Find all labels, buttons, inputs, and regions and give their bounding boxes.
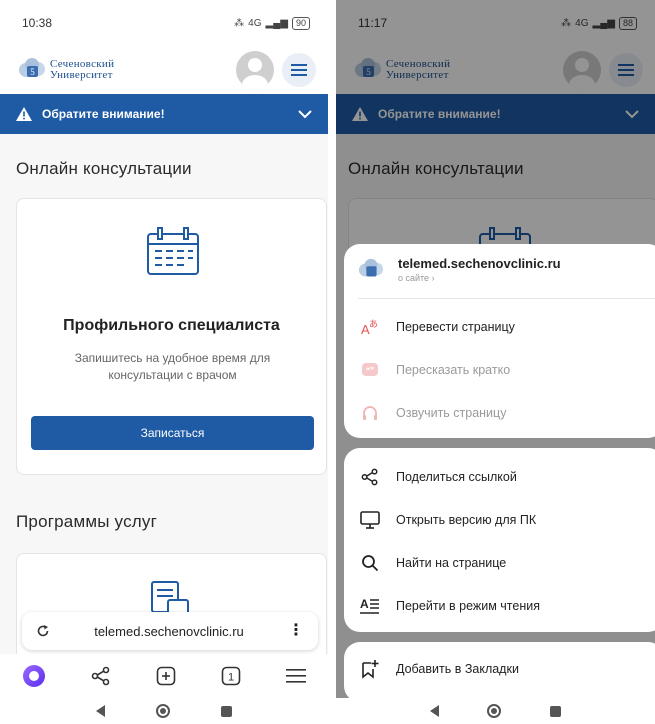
hamburger-icon[interactable] bbox=[285, 668, 306, 684]
menu-item-desktop-version[interactable]: Открыть версию для ПК bbox=[344, 505, 655, 535]
divider bbox=[358, 298, 655, 299]
right-screen: 11:17 ⁂ 4G ▂▄▆ 88 5 Сеченовский Универси… bbox=[336, 0, 655, 724]
university-logo[interactable]: 5 Сеченовский Университет bbox=[18, 56, 114, 84]
svg-text:あ: あ bbox=[369, 319, 378, 330]
section-title-consultations: Онлайн консультации bbox=[16, 159, 192, 178]
banner-text: Обратите внимание! bbox=[42, 107, 165, 121]
left-screen: 10:38 ⁂ 4G ▂▄▆ 90 5 Сеченовский Универси… bbox=[0, 0, 328, 724]
search-icon bbox=[358, 551, 382, 575]
site-domain: telemed.sechenovclinic.ru bbox=[398, 256, 561, 271]
avatar[interactable] bbox=[236, 51, 274, 89]
browser-toolbar: 1 bbox=[0, 654, 328, 698]
site-favicon-icon bbox=[358, 258, 384, 276]
card-description: Запишитесь на удобное время для консульт… bbox=[74, 351, 271, 382]
site-info[interactable]: telemed.sechenovclinic.ru о сайте › bbox=[358, 256, 561, 283]
menu-item-read-aloud[interactable]: Озвучить страницу bbox=[344, 398, 655, 428]
attention-banner[interactable]: Обратите внимание! bbox=[0, 94, 328, 134]
back-icon[interactable] bbox=[95, 705, 105, 717]
network-label: 4G bbox=[248, 17, 262, 29]
reader-mode-icon: A bbox=[358, 594, 382, 618]
page-actions-sheet: telemed.sechenovclinic.ru о сайте › A あ … bbox=[344, 244, 655, 438]
menu-button[interactable] bbox=[282, 53, 316, 87]
site-header: 5 Сеченовский Университет bbox=[0, 46, 328, 94]
share-icon bbox=[358, 465, 382, 489]
more-vertical-icon[interactable]: ⋮ bbox=[288, 623, 304, 639]
status-icons: ⁂ 4G ▂▄▆ 90 bbox=[234, 16, 310, 30]
svg-text:5: 5 bbox=[30, 67, 35, 77]
battery-icon: 90 bbox=[291, 16, 310, 30]
site-about-link[interactable]: о сайте › bbox=[398, 273, 561, 283]
back-icon[interactable] bbox=[430, 705, 440, 717]
tabs-count-icon[interactable]: 1 bbox=[221, 666, 241, 686]
menu-item-reader-mode[interactable]: A Перейти в режим чтения bbox=[344, 591, 655, 621]
menu-item-add-bookmark[interactable]: Добавить в Закладки bbox=[344, 654, 655, 684]
menu-item-find-in-page[interactable]: Найти на странице bbox=[344, 548, 655, 578]
section-title-programs: Программы услуг bbox=[16, 512, 157, 531]
calendar-icon bbox=[147, 227, 199, 275]
translate-icon: A あ bbox=[358, 315, 382, 339]
card-title: Профильного специалиста bbox=[63, 317, 280, 334]
recent-apps-icon[interactable] bbox=[549, 705, 561, 717]
warning-icon bbox=[16, 107, 32, 121]
signal-icon: ▂▄▆ bbox=[265, 17, 288, 29]
share-icon[interactable] bbox=[91, 666, 111, 686]
tree-logo-icon: 5 bbox=[19, 58, 45, 77]
status-bar: 10:38 ⁂ 4G ▂▄▆ 90 bbox=[0, 0, 328, 46]
menu-item-share-link[interactable]: Поделиться ссылкой bbox=[344, 462, 655, 492]
logo-text: Сеченовский Университет bbox=[50, 58, 115, 81]
alice-assistant-icon[interactable] bbox=[22, 664, 46, 688]
desktop-icon bbox=[358, 508, 382, 532]
vibrate-icon: ⁂ bbox=[234, 17, 245, 29]
bookmark-add-icon bbox=[358, 657, 382, 681]
address-bar[interactable]: telemed.sechenovclinic.ru ⋮ bbox=[22, 612, 318, 650]
hamburger-icon bbox=[291, 64, 307, 76]
home-icon[interactable] bbox=[487, 704, 502, 718]
recent-apps-icon[interactable] bbox=[221, 705, 233, 717]
summary-icon: ❝❞ bbox=[358, 358, 382, 382]
system-navigation-bar bbox=[336, 698, 655, 724]
menu-item-summarize[interactable]: ❝❞ Пересказать кратко bbox=[344, 355, 655, 385]
svg-text:❝❞: ❝❞ bbox=[366, 366, 375, 375]
reload-icon[interactable] bbox=[36, 624, 50, 638]
new-tab-icon[interactable] bbox=[156, 666, 176, 686]
svg-text:1: 1 bbox=[228, 672, 234, 684]
bookmarks-sheet: Добавить в Закладки bbox=[344, 642, 655, 702]
chevron-down-icon bbox=[298, 109, 312, 118]
menu-item-translate[interactable]: A あ Перевести страницу bbox=[344, 312, 655, 342]
url-text: telemed.sechenovclinic.ru bbox=[94, 623, 244, 639]
home-icon[interactable] bbox=[155, 704, 170, 718]
headphones-icon bbox=[358, 401, 382, 425]
browser-actions-sheet: Поделиться ссылкой Открыть версию для ПК… bbox=[344, 448, 655, 632]
system-navigation-bar bbox=[0, 698, 328, 724]
specialist-card: Профильного специалиста Запишитесь на уд… bbox=[16, 198, 327, 475]
svg-text:A: A bbox=[360, 597, 369, 611]
status-time: 10:38 bbox=[22, 16, 53, 30]
book-appointment-button[interactable]: Записаться bbox=[31, 416, 314, 450]
